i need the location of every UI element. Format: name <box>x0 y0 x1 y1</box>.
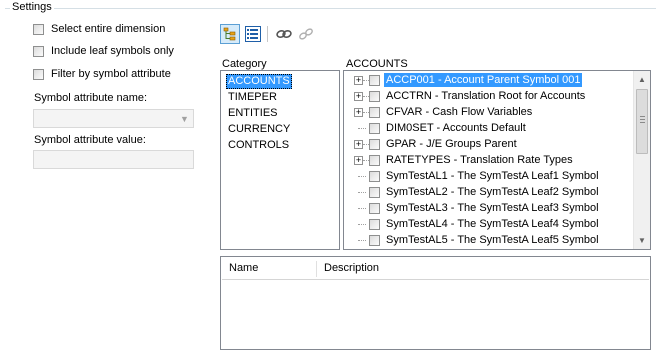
toolbar-separator <box>267 26 268 42</box>
expand-plus-icon[interactable]: + <box>354 140 363 149</box>
select-entire-dimension-checkbox[interactable] <box>33 24 44 35</box>
unlink-icon <box>299 28 313 40</box>
tree-row[interactable]: + CFVAR - Cash Flow Variables <box>344 104 634 120</box>
symbol-tree[interactable]: ▲ ▼ + ACCP001 - Account Parent Symbol 001… <box>343 70 651 250</box>
filter-by-attribute-label: Filter by symbol attribute <box>51 68 171 80</box>
tree-row-checkbox[interactable] <box>369 171 380 182</box>
include-leaf-symbols-label: Include leaf symbols only <box>51 45 174 57</box>
tree-row[interactable]: + RATETYPES - Translation Rate Types <box>344 152 634 168</box>
tree-row[interactable]: + GPAR - J/E Groups Parent <box>344 136 634 152</box>
tree-row-checkbox[interactable] <box>369 107 380 118</box>
tree-row-label[interactable]: SymTestAL1 - The SymTestA Leaf1 Symbol <box>384 169 601 183</box>
tree-row-checkbox[interactable] <box>369 139 380 150</box>
tree-row-label[interactable]: SymTestAL4 - The SymTestA Leaf4 Symbol <box>384 217 601 231</box>
tree-row-checkbox[interactable] <box>369 155 380 166</box>
symbol-attribute-name-label: Symbol attribute name: <box>34 92 148 104</box>
scroll-down-icon[interactable]: ▼ <box>634 232 650 249</box>
tree-row[interactable]: + ACCP001 - Account Parent Symbol 001 <box>344 72 634 88</box>
category-item[interactable]: ACCOUNTS <box>226 74 292 89</box>
category-item[interactable]: CURRENCY <box>226 122 292 137</box>
select-entire-dimension-label: Select entire dimension <box>51 23 166 35</box>
tree-row[interactable]: DIM0SET - Accounts Default <box>344 120 634 136</box>
settings-group-title: Settings <box>10 1 54 13</box>
tree-row-checkbox[interactable] <box>369 91 380 102</box>
tree-row-checkbox[interactable] <box>369 75 380 86</box>
list-view-button[interactable] <box>243 24 263 44</box>
category-header: Category <box>222 58 267 70</box>
list-view-icon <box>245 26 261 42</box>
tree-row-label[interactable]: SymTestAL3 - The SymTestA Leaf3 Symbol <box>384 201 601 215</box>
tree-view-button[interactable] <box>220 24 240 44</box>
tree-connector <box>358 128 366 129</box>
link-icon <box>276 30 292 38</box>
tree-row[interactable]: SymTestAL2 - The SymTestA Leaf2 Symbol <box>344 184 634 200</box>
column-header-name[interactable]: Name <box>222 258 317 279</box>
tree-view-icon <box>223 27 236 41</box>
tree-connector <box>358 192 366 193</box>
tree-row-label[interactable]: ACCP001 - Account Parent Symbol 001 <box>384 73 583 87</box>
expand-plus-icon[interactable]: + <box>354 108 363 117</box>
category-item[interactable]: CONTROLS <box>226 138 291 153</box>
column-header-description[interactable]: Description <box>317 258 517 279</box>
details-grid[interactable]: Name Description <box>220 256 651 350</box>
details-grid-header: Name Description <box>222 258 649 280</box>
symbol-attribute-value-label: Symbol attribute value: <box>34 134 146 146</box>
category-item[interactable]: ENTITIES <box>226 106 280 121</box>
tree-row-label[interactable]: RATETYPES - Translation Rate Types <box>384 153 575 167</box>
tree-row-label[interactable]: SymTestAL5 - The SymTestA Leaf5 Symbol <box>384 233 601 247</box>
tree-row-label[interactable]: DIM0SET - Accounts Default <box>384 121 528 135</box>
symbol-attribute-value-input[interactable] <box>33 150 194 169</box>
category-item[interactable]: TIMEPER <box>226 90 279 105</box>
tree-connector <box>358 176 366 177</box>
scroll-thumb[interactable] <box>636 89 648 154</box>
category-list[interactable]: ACCOUNTS TIMEPER ENTITIES CURRENCY CONTROLS <box>220 70 340 250</box>
tree-row-checkbox[interactable] <box>369 187 380 198</box>
tree-connector <box>358 208 366 209</box>
tree-row-label[interactable]: CFVAR - Cash Flow Variables <box>384 105 534 119</box>
tree-row-checkbox[interactable] <box>369 219 380 230</box>
tree-row[interactable]: + ACCTRN - Translation Root for Accounts <box>344 88 634 104</box>
tree-row[interactable]: SymTestAL5 - The SymTestA Leaf5 Symbol <box>344 232 634 248</box>
expand-plus-icon[interactable]: + <box>354 92 363 101</box>
tree-row-checkbox[interactable] <box>369 203 380 214</box>
tree-connector <box>358 224 366 225</box>
expand-plus-icon[interactable]: + <box>354 156 363 165</box>
chevron-down-icon[interactable]: ▼ <box>176 110 193 127</box>
unlink-button[interactable] <box>296 24 316 44</box>
tree-row-checkbox[interactable] <box>369 235 380 246</box>
tree-row-label[interactable]: GPAR - J/E Groups Parent <box>384 137 519 151</box>
tree-vertical-scrollbar[interactable]: ▲ ▼ <box>633 71 650 249</box>
tree-row-checkbox[interactable] <box>369 123 380 134</box>
include-leaf-symbols-checkbox[interactable] <box>33 46 44 57</box>
symbol-attribute-name-combo[interactable]: ▼ <box>33 109 194 128</box>
tree-row-label[interactable]: ACCTRN - Translation Root for Accounts <box>384 89 587 103</box>
tree-header: ACCOUNTS <box>346 58 408 70</box>
scroll-up-icon[interactable]: ▲ <box>634 71 650 88</box>
filter-by-attribute-checkbox[interactable] <box>33 69 44 80</box>
link-button[interactable] <box>274 24 294 44</box>
expand-plus-icon[interactable]: + <box>354 76 363 85</box>
tree-row[interactable]: SymTestAL4 - The SymTestA Leaf4 Symbol <box>344 216 634 232</box>
tree-row[interactable]: SymTestAL1 - The SymTestA Leaf1 Symbol <box>344 168 634 184</box>
tree-connector <box>358 240 366 241</box>
tree-row-label[interactable]: SymTestAL2 - The SymTestA Leaf2 Symbol <box>384 185 601 199</box>
settings-group-border <box>5 8 656 9</box>
tree-row[interactable]: SymTestAL3 - The SymTestA Leaf3 Symbol <box>344 200 634 216</box>
